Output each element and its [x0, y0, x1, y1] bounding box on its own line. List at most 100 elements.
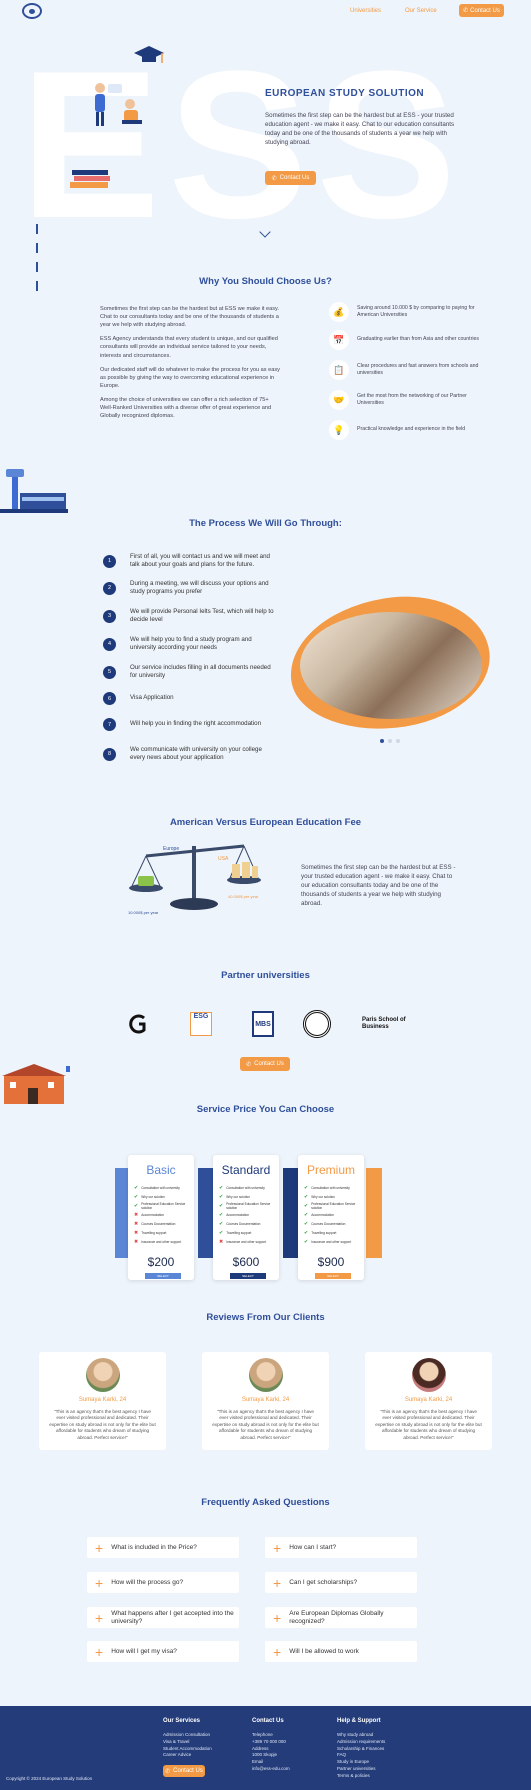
piggy-bank-icon: 💰 — [329, 302, 349, 322]
plus-icon: + — [95, 1609, 104, 1626]
process-step: 6 Visa Application — [103, 692, 278, 705]
partners-contact-label: Contact Us — [254, 1061, 284, 1067]
footer-link[interactable]: +389 70 000 000 — [252, 1739, 290, 1746]
plus-icon: + — [273, 1643, 282, 1660]
footer-link[interactable]: Admission Consultation — [163, 1732, 212, 1739]
checklist-icon: 📋 — [329, 360, 349, 380]
plus-icon: + — [273, 1539, 282, 1556]
plan-feature: ✔ Consultation with university — [134, 1183, 194, 1192]
partner-logo-mark: MBS — [252, 1011, 274, 1037]
footer-link[interactable]: FAQ — [337, 1752, 385, 1759]
fee-text: Sometimes the first step can be the hard… — [301, 864, 456, 907]
partner-logo[interactable] — [124, 1010, 154, 1038]
step-number: 6 — [103, 692, 116, 705]
faq-question: Will I be allowed to work — [289, 1647, 359, 1655]
footer-link[interactable]: Career Advice — [163, 1752, 212, 1759]
footer-contact-button[interactable]: ✆ Contact Us — [163, 1765, 205, 1777]
process-step: 8 We communicate with university on your … — [103, 746, 278, 763]
plan-feature-label: Travelling support — [311, 1230, 337, 1235]
partner-logo[interactable] — [302, 1010, 332, 1038]
footer-link[interactable]: Partner universities — [337, 1766, 385, 1773]
contact-button-top[interactable]: ✆ Contact Us — [459, 4, 504, 17]
plan-ribbon — [283, 1168, 299, 1258]
plan-feature-label: Accommodation — [226, 1212, 250, 1217]
footer-column-contact: Contact Us Telephone +389 70 000 000 Add… — [252, 1718, 290, 1773]
select-plan-button[interactable]: SELECT — [230, 1273, 266, 1279]
footer-value: 1000 Skopje — [252, 1752, 278, 1758]
partner-logo-mark — [129, 1014, 146, 1034]
avatar — [411, 1358, 446, 1392]
check-icon: ✔ — [304, 1220, 309, 1227]
plan-features: ✔ Consultation with university ✔ Why our s… — [304, 1183, 364, 1246]
carousel-dots[interactable] — [378, 730, 402, 748]
carousel-dot[interactable] — [380, 739, 384, 743]
footer-links: Telephone +389 70 000 000 Address 1000 S… — [252, 1732, 290, 1773]
feature-text: Clear procedures and fast answers from s… — [357, 362, 479, 376]
process-title: The Process We Will Go Through: — [189, 518, 342, 529]
reviewer-name: Sumaya Karki, 24 — [404, 1397, 453, 1403]
footer-link[interactable]: Scholarship & Finances — [337, 1746, 385, 1753]
nav-link-universities[interactable]: Universities — [350, 8, 381, 14]
partners-contact-button[interactable]: ✆ Contact Us — [240, 1057, 290, 1071]
footer-label: Email — [252, 1759, 264, 1764]
decorative-dash — [36, 243, 38, 253]
footer-link[interactable]: info@ess-edu.com — [252, 1766, 290, 1773]
plan-feature: ✔ Consultation with university — [304, 1183, 364, 1192]
plus-icon: + — [95, 1643, 104, 1660]
decorative-dash — [36, 262, 38, 272]
plan-ribbon — [198, 1168, 214, 1258]
partner-logo[interactable]: ESG — [188, 1010, 214, 1038]
faq-item[interactable]: + What happens after I get accepted into … — [87, 1607, 239, 1628]
faq-question: Can I get scholarships? — [289, 1578, 358, 1586]
feature-item: 📋 Clear procedures and fast answers from … — [329, 360, 479, 380]
phone-icon: ✆ — [271, 175, 277, 182]
faq-item[interactable]: + What is included in the Price? — [87, 1537, 239, 1558]
feature-item: 📅 Graduating earlier than from Asia and o… — [329, 330, 479, 350]
faq-item[interactable]: + How will the process go? — [87, 1572, 239, 1593]
logo-icon[interactable] — [22, 3, 42, 19]
partner-seal — [303, 1010, 331, 1038]
faq-item[interactable]: + How can I start? — [265, 1537, 417, 1558]
footer-heading: Contact Us — [252, 1718, 284, 1724]
plan-feature-label: Accommodation — [141, 1212, 165, 1217]
select-plan-button[interactable]: SELECT — [315, 1273, 351, 1279]
step-text: First of all, you will contact us and we… — [130, 553, 270, 569]
step-number: 4 — [103, 637, 116, 651]
footer-column-help: Help & Support Why study abroad Admissio… — [337, 1718, 385, 1779]
footer-link[interactable]: Study in Europe — [337, 1759, 385, 1766]
faq-item[interactable]: + Can I get scholarships? — [265, 1572, 417, 1593]
hero-contact-button[interactable]: ✆ Contact Us — [265, 171, 316, 185]
partner-logo[interactable]: MBS — [250, 1010, 276, 1038]
select-plan-button[interactable]: SELECT — [145, 1273, 181, 1279]
check-icon: ✔ — [219, 1184, 224, 1191]
plan-feature: ✔ Why our solution — [219, 1192, 279, 1201]
check-icon: ✔ — [304, 1238, 309, 1245]
feature-text: Get the most from the networking of our … — [357, 392, 467, 406]
faq-item[interactable]: + Are European Diplomas Globally recogniz… — [265, 1607, 417, 1628]
plan-feature-label: Insurance and other support — [141, 1239, 182, 1244]
plan-feature-label: Professional Education Service solution — [141, 1201, 186, 1210]
footer-link[interactable]: Admission requirements — [337, 1739, 385, 1746]
carousel-dot[interactable] — [396, 739, 400, 743]
faq-question: How will the process go? — [111, 1578, 184, 1586]
plus-icon: + — [273, 1609, 282, 1626]
faq-item[interactable]: + How will I get my visa? — [87, 1641, 239, 1662]
phone-icon: ✆ — [463, 8, 469, 14]
plan-feature-label: Courses Documentation — [226, 1221, 261, 1226]
partner-logo[interactable]: Paris School of Business — [362, 1010, 412, 1038]
carousel-dot[interactable] — [388, 739, 392, 743]
review-card: Sumaya Karki, 24 "This is an agency that… — [365, 1352, 492, 1450]
plan-feature-label: Insurance and other support — [226, 1239, 267, 1244]
check-icon: ✔ — [219, 1220, 224, 1227]
footer-link[interactable]: Student Accommodation — [163, 1746, 212, 1753]
footer-link[interactable]: Why study abroad — [337, 1732, 385, 1739]
process-step: 1 First of all, you will contact us and w… — [103, 553, 278, 570]
why-paragraphs: Sometimes the first step can be the hard… — [100, 305, 280, 426]
footer-link[interactable]: Visa & Travel — [163, 1739, 212, 1746]
faq-item[interactable]: + Will I be allowed to work — [265, 1641, 417, 1662]
nav-link-our-service[interactable]: Our Service — [405, 8, 437, 14]
plan-feature: ✔ Travelling support — [304, 1228, 364, 1237]
phone-icon: ✆ — [246, 1061, 252, 1068]
footer-link[interactable]: Terms & policies — [337, 1773, 385, 1780]
plan-feature: ✖ Accommodation — [134, 1210, 194, 1219]
